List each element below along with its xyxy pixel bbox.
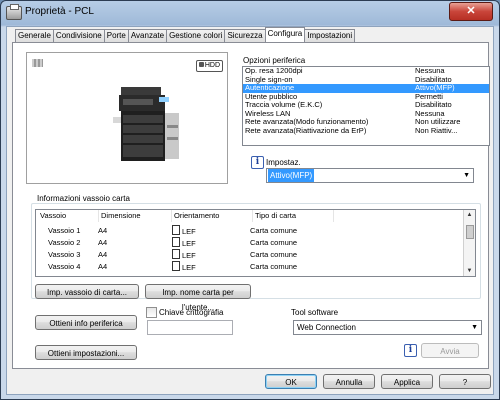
page-orientation-icon [172, 225, 180, 235]
tray-info-label: Informazioni vassoio carta [37, 194, 130, 203]
encryption-key-label: Chiave crittografia [159, 308, 224, 317]
apply-button[interactable]: Applica [381, 374, 433, 389]
close-button[interactable]: ✕ [449, 2, 493, 21]
get-settings-button[interactable]: Ottieni impostazioni... [35, 345, 137, 360]
column-header-tray[interactable]: Vassoio [36, 210, 99, 222]
ok-button[interactable]: OK [265, 374, 317, 389]
mfp-printer-image [113, 87, 179, 161]
table-row[interactable]: Vassoio 3 A4 LEF Carta comune [36, 249, 461, 261]
get-device-info-button[interactable]: Ottieni info periferica [35, 315, 137, 330]
tab-condivisione[interactable]: Condivisione [52, 29, 105, 42]
paper-name-settings-button[interactable]: Imp. nome carta per l'utente... [145, 284, 251, 312]
tab-gestione-colori[interactable]: Gestione colori [166, 29, 226, 42]
tool-software-label: Tool software [291, 308, 339, 317]
chevron-down-icon: ▼ [471, 324, 478, 331]
column-header-paper-type[interactable]: Tipo di carta [253, 210, 334, 222]
column-header-size[interactable]: Dimensione [99, 210, 172, 222]
encryption-key-field[interactable] [147, 320, 233, 335]
option-row[interactable]: Rete avanzata(Riattivazione da ErP) Non R… [243, 126, 489, 136]
start-button[interactable]: Avvia [421, 343, 479, 358]
tab-strip: Generale Condivisione Porte Avanzate Ges… [15, 27, 356, 43]
tab-generale[interactable]: Generale [15, 29, 54, 42]
properties-window: Proprietà - PCL ✕ Generale Condivisione … [0, 0, 500, 400]
tool-software-dropdown[interactable]: Web Connection ▼ [293, 320, 482, 335]
hdd-badge: HDD [195, 60, 223, 72]
device-options-label: Opzioni periferica [243, 56, 306, 65]
page-orientation-icon [172, 261, 180, 271]
device-preview: HDD [26, 52, 228, 184]
window-title: Proprietà - PCL [25, 6, 94, 17]
title-bar[interactable]: Proprietà - PCL ✕ [1, 1, 499, 25]
device-options-list[interactable]: Op. resa 1200dpi Nessuna Single sign-on Di… [242, 66, 490, 146]
encryption-key-checkbox[interactable] [146, 307, 157, 318]
tab-porte[interactable]: Porte [103, 29, 129, 42]
tab-sicurezza[interactable]: Sicurezza [224, 29, 266, 42]
table-row[interactable]: Vassoio 1 A4 LEF Carta comune [36, 225, 461, 237]
table-row[interactable]: Vassoio 2 A4 LEF Carta comune [36, 237, 461, 249]
tab-configura[interactable]: Configura [264, 27, 306, 42]
scroll-down-icon[interactable]: ▼ [464, 266, 475, 276]
column-header-orientation[interactable]: Orientamento [172, 210, 253, 222]
info-icon[interactable]: i [404, 344, 417, 357]
tab-impostazioni[interactable]: Impostazioni [304, 29, 356, 42]
printer-icon [6, 4, 22, 20]
chevron-down-icon: ▼ [463, 172, 470, 179]
vertical-scrollbar[interactable]: ▲ ▼ [463, 210, 475, 276]
table-row[interactable]: Vassoio 4 A4 LEF Carta comune [36, 261, 461, 273]
page-orientation-icon [172, 249, 180, 259]
tray-table[interactable]: Vassoio Dimensione Orientamento Tipo di … [35, 209, 476, 277]
help-button[interactable]: ? [439, 374, 491, 389]
setting-dropdown[interactable]: Attivo(MFP) ▼ [266, 168, 474, 183]
tab-avanzate[interactable]: Avanzate [127, 29, 168, 42]
setting-label: Impostaz. [266, 158, 301, 167]
cancel-button[interactable]: Annulla [323, 374, 375, 389]
model-label-blurred [32, 59, 43, 67]
page-orientation-icon [172, 237, 180, 247]
scroll-thumb[interactable] [466, 225, 474, 239]
info-icon[interactable]: i [251, 156, 264, 169]
scroll-up-icon[interactable]: ▲ [464, 210, 475, 220]
tray-settings-button[interactable]: Imp. vassoio di carta... [35, 284, 139, 299]
